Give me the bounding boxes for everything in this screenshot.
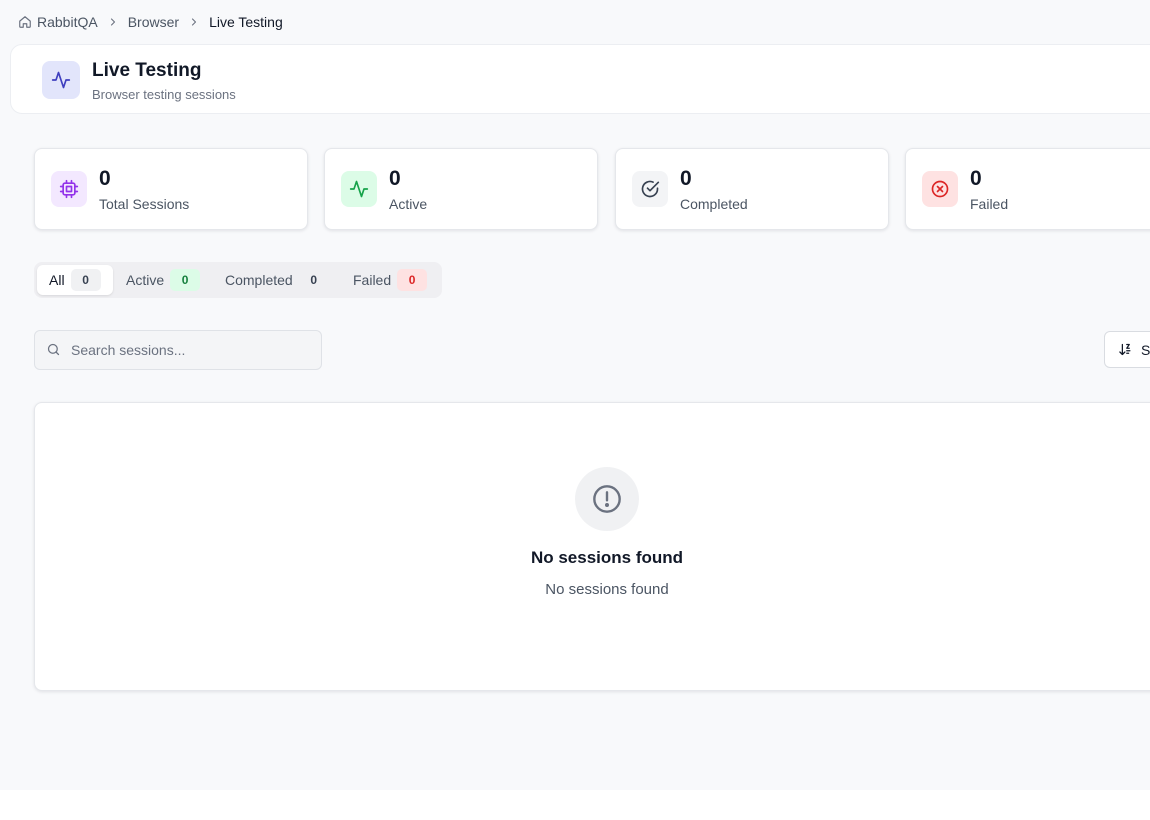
tab-completed[interactable]: Completed 0 [213,265,341,295]
tab-label: All [49,272,65,288]
empty-state-title: No sessions found [530,548,684,567]
chevron-right-icon [107,16,119,28]
tab-count-badge: 0 [170,269,201,291]
page-subtitle: Browser testing sessions [92,87,236,102]
stat-label: Failed [970,196,1009,212]
check-circle-icon [641,180,660,198]
stat-icon-box [632,171,668,207]
sort-icon [1119,343,1131,356]
stat-label: Total Sessions [99,196,190,212]
stat-icon-box [51,171,87,207]
activity-icon [51,71,71,89]
breadcrumb-current: Live Testing [209,14,283,30]
x-circle-icon [931,180,949,198]
tab-label: Failed [353,272,392,288]
search-input[interactable] [71,331,311,369]
page-title: Live Testing [92,60,202,81]
activity-icon [349,180,369,198]
tab-count-badge: 0 [397,269,428,291]
breadcrumb-browser[interactable]: Browser [128,14,179,30]
stat-icon-box [341,171,377,207]
search-icon [47,343,60,356]
stat-value: 0 [680,167,692,190]
tab-count-badge: 0 [310,273,318,287]
sessions-panel: No sessions found No sessions found [34,402,1150,691]
stat-card-total-sessions: 0 Total Sessions [34,148,308,230]
stat-card-active: 0 Active [324,148,598,230]
tab-label: Completed [225,272,293,288]
breadcrumb-label: Browser [127,14,180,30]
sort-button[interactable]: S [1104,331,1150,368]
sort-label: S [1141,341,1150,358]
tab-count-badge: 0 [70,269,101,291]
cpu-icon [59,179,79,199]
tab-all[interactable]: All 0 [37,265,113,295]
tab-failed[interactable]: Failed 0 [341,265,439,295]
page-header: Live Testing Browser testing sessions [10,44,1150,114]
filter-tabs: All 0 Active 0 Completed 0 Failed 0 [34,262,442,298]
tab-active[interactable]: Active 0 [114,265,212,295]
empty-state-message: No sessions found [545,581,669,598]
breadcrumb-home[interactable]: RabbitQA [18,14,98,30]
breadcrumb-label: RabbitQA [37,14,98,30]
stat-card-completed: 0 Completed [615,148,889,230]
app-root: RabbitQA Browser Live Testing Live Testi… [0,0,1150,790]
stat-icon-box [922,171,958,207]
stat-value: 0 [970,167,982,190]
stat-value: 0 [99,167,111,190]
header-icon-box [42,61,80,99]
empty-state-icon-circle [575,467,639,531]
stat-value: 0 [389,167,401,190]
breadcrumb-label: Live Testing [209,14,283,30]
breadcrumb: RabbitQA Browser Live Testing [18,12,283,32]
search-box [34,330,322,370]
alert-circle-icon [593,485,621,513]
chevron-right-icon [188,16,200,28]
tab-label: Active [126,272,165,288]
stat-label: Active [389,196,428,212]
home-icon [19,16,31,28]
stat-label: Completed [680,196,748,212]
stat-card-failed: 0 Failed [905,148,1150,230]
